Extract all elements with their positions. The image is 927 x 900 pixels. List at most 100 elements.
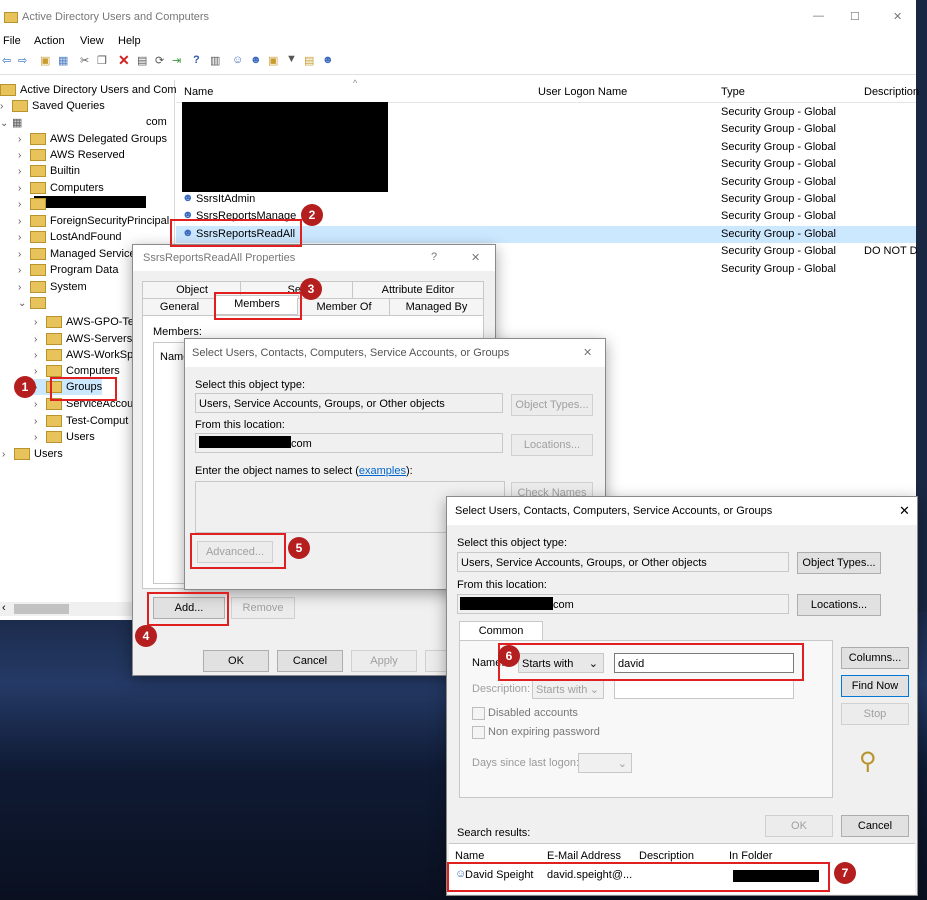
col-type[interactable]: Type bbox=[721, 86, 745, 98]
col-description[interactable]: Description bbox=[864, 86, 919, 98]
description-query-label: Description: bbox=[472, 683, 531, 695]
menu-help[interactable]: Help bbox=[118, 35, 141, 47]
back-icon[interactable]: ⇦ bbox=[2, 54, 11, 67]
tree-item-system[interactable]: › System bbox=[18, 279, 87, 295]
remove-button[interactable]: Remove bbox=[231, 597, 295, 619]
row-name: SsrsItAdmin bbox=[196, 193, 256, 205]
results-col-email[interactable]: E-Mail Address bbox=[547, 850, 621, 862]
select1-object-types-button[interactable]: Object Types... bbox=[511, 394, 593, 416]
cut-icon[interactable]: ✂ bbox=[80, 54, 89, 67]
help-icon[interactable]: ? bbox=[193, 54, 200, 66]
columns-button[interactable]: Columns... bbox=[841, 647, 909, 669]
col-name[interactable]: Name bbox=[184, 86, 213, 98]
tree-item-aws-delegated-groups[interactable]: › AWS Delegated Groups bbox=[18, 131, 167, 147]
refresh-icon[interactable]: ⟳ bbox=[155, 54, 164, 67]
step-badge-6: 6 bbox=[498, 645, 520, 667]
scroll-left-icon[interactable]: ‹ bbox=[2, 602, 6, 614]
tab-attribute-editor[interactable]: Attribute Editor bbox=[352, 281, 484, 299]
menu-view[interactable]: View bbox=[80, 35, 104, 47]
select2-ok-button[interactable]: OK bbox=[765, 815, 833, 837]
close-icon[interactable]: ✕ bbox=[893, 10, 902, 23]
tab-common-queries[interactable]: Common Queries bbox=[459, 621, 543, 655]
menu-bar: File Action View Help bbox=[0, 34, 916, 50]
props-close-icon[interactable]: ✕ bbox=[471, 251, 480, 264]
tree-item-org-unit[interactable]: ⌄ bbox=[18, 295, 50, 311]
props-apply-button[interactable]: Apply bbox=[351, 650, 417, 672]
search-icon: ⚲ bbox=[859, 748, 877, 775]
up-folder-icon[interactable]: ▣ bbox=[40, 54, 50, 67]
list-row[interactable]: Security Group - Global bbox=[176, 104, 916, 121]
tree-item-foreign-security[interactable]: › ForeignSecurityPrincipal bbox=[18, 213, 169, 229]
maximize-icon[interactable]: ☐ bbox=[850, 10, 860, 23]
tree-saved-queries[interactable]: › Saved Queries bbox=[0, 98, 105, 114]
step-badge-5: 5 bbox=[288, 537, 310, 559]
console-icon[interactable]: ▥ bbox=[210, 54, 220, 67]
tree-domain[interactable]: ⌄ ▦ bbox=[0, 115, 26, 131]
stop-button[interactable]: Stop bbox=[841, 703, 909, 725]
minimize-icon[interactable]: — bbox=[813, 10, 824, 22]
tree-root[interactable]: Active Directory Users and Com bbox=[0, 82, 177, 98]
forward-icon[interactable]: ⇨ bbox=[18, 54, 27, 67]
list-row[interactable]: Security Group - Global bbox=[176, 174, 916, 191]
tab-member-of[interactable]: Member Of bbox=[297, 298, 391, 316]
scroll-thumb[interactable] bbox=[14, 604, 69, 614]
members-label: Members: bbox=[153, 326, 202, 338]
col-logon[interactable]: User Logon Name bbox=[538, 86, 627, 98]
tab-managed-by[interactable]: Managed By bbox=[389, 298, 484, 316]
tree-item-computers[interactable]: › Computers bbox=[18, 180, 104, 196]
tree-item-users[interactable]: › Users bbox=[2, 446, 63, 462]
description-query-input[interactable] bbox=[614, 679, 794, 699]
filter-icon[interactable]: ▼ bbox=[286, 53, 297, 65]
tree-sub-test-computers[interactable]: › Test-Comput bbox=[34, 413, 128, 429]
non-expiring-checkbox[interactable] bbox=[472, 726, 485, 739]
menu-file[interactable]: File bbox=[3, 35, 21, 47]
show-tree-icon[interactable]: ▦ bbox=[58, 54, 68, 67]
delete-icon[interactable]: ✕ bbox=[118, 52, 130, 69]
list-row[interactable]: Security Group - Global bbox=[176, 121, 916, 138]
examples-link[interactable]: examples bbox=[359, 465, 406, 477]
row-type: Security Group - Global bbox=[721, 227, 836, 240]
tree-item-domain-controllers[interactable]: › Domain Controllers bbox=[18, 196, 144, 212]
select2-close-icon[interactable]: ✕ bbox=[899, 503, 910, 519]
days-since-logon-select[interactable]: ⌄ bbox=[578, 753, 632, 773]
tree-item-managed-service[interactable]: › Managed Service bbox=[18, 246, 136, 262]
props-cancel-button[interactable]: Cancel bbox=[277, 650, 343, 672]
tree-item-aws-reserved[interactable]: › AWS Reserved bbox=[18, 147, 125, 163]
props-ok-button[interactable]: OK bbox=[203, 650, 269, 672]
new-user-icon[interactable]: ☺ bbox=[232, 54, 243, 66]
results-col-folder[interactable]: In Folder bbox=[729, 850, 772, 862]
disabled-accounts-checkbox[interactable] bbox=[472, 707, 485, 720]
list-row[interactable]: Security Group - Global bbox=[176, 139, 916, 156]
select2-locations-button[interactable]: Locations... bbox=[797, 594, 881, 616]
tree-item-lost-and-found[interactable]: › LostAndFound bbox=[18, 229, 122, 245]
results-col-description[interactable]: Description bbox=[639, 850, 694, 862]
tree-sub-aws-worksp[interactable]: › AWS-WorkSp bbox=[34, 347, 133, 363]
description-mode-select[interactable]: Starts with ⌄ bbox=[532, 679, 604, 699]
step-badge-2: 2 bbox=[301, 204, 323, 226]
results-col-name[interactable]: Name bbox=[455, 850, 484, 862]
find-icon[interactable]: ▤ bbox=[304, 54, 314, 67]
export-icon[interactable]: ⇥ bbox=[172, 54, 181, 67]
new-group-icon[interactable]: ☻ bbox=[250, 54, 262, 66]
select1-locations-button[interactable]: Locations... bbox=[511, 434, 593, 456]
list-row[interactable]: ☻ SsrsItAdmin Security Group - Global bbox=[176, 191, 916, 208]
find-now-button[interactable]: Find Now bbox=[841, 675, 909, 697]
props-help-icon[interactable]: ? bbox=[431, 251, 437, 263]
tree-sub-aws-servers[interactable]: › AWS-Servers bbox=[34, 331, 132, 347]
menu-action[interactable]: Action bbox=[34, 35, 65, 47]
row-type: Security Group - Global bbox=[721, 210, 836, 223]
tree-item-builtin[interactable]: › Builtin bbox=[18, 163, 80, 179]
new-ou-icon[interactable]: ▣ bbox=[268, 54, 278, 67]
tree-sub-users[interactable]: › Users bbox=[34, 429, 95, 445]
copy-icon[interactable]: ❐ bbox=[97, 54, 107, 67]
select2-object-types-button[interactable]: Object Types... bbox=[797, 552, 881, 574]
select2-cancel-button[interactable]: Cancel bbox=[841, 815, 909, 837]
properties-icon[interactable]: ▤ bbox=[137, 54, 147, 67]
tree-item-program-data[interactable]: › Program Data bbox=[18, 262, 118, 278]
tab-general[interactable]: General bbox=[142, 298, 217, 316]
add-to-group-icon[interactable]: ☻ bbox=[322, 54, 334, 66]
list-row[interactable]: Security Group - Global bbox=[176, 156, 916, 173]
toolbar: ⇦ ⇨ ▣ ▦ ✂ ❐ ✕ ▤ ⟳ ⇥ ? ▥ ☺ ☻ ▣ ▼ ▤ ☻ bbox=[0, 52, 916, 75]
select1-close-icon[interactable]: ✕ bbox=[583, 346, 592, 359]
tree-sub-aws-gpo[interactable]: › AWS-GPO-Te bbox=[34, 314, 134, 330]
